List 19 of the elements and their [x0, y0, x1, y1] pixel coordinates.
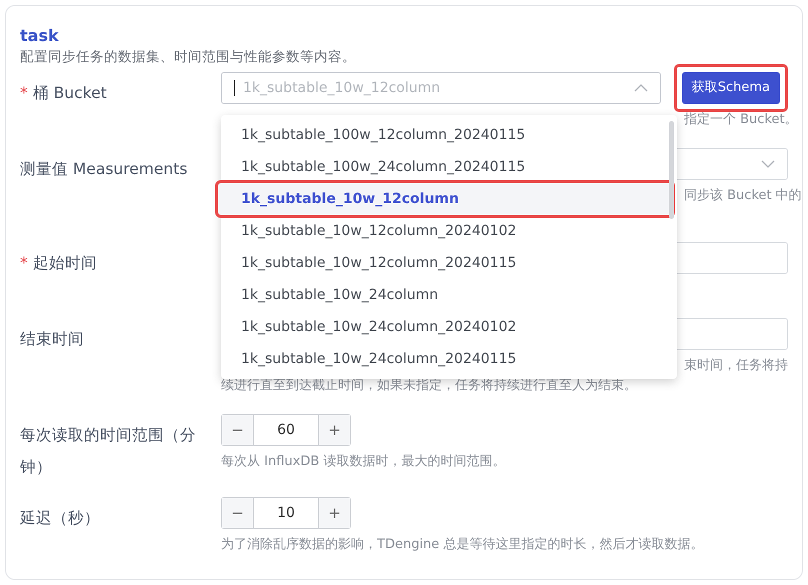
field-label: 测量值 Measurements: [20, 159, 188, 180]
number-value: 10: [276, 504, 296, 522]
field-label: 延迟（秒）: [20, 508, 100, 529]
section-title: task: [20, 25, 60, 47]
field-hint: 每次从 InfluxDB 读取数据时，最大的时间范围。: [221, 453, 506, 471]
field-hint: 为了消除乱序数据的影响，TDengine 总是等待这里指定的时长，然后才读取数据。: [221, 536, 704, 554]
number-value: 60: [276, 420, 296, 440]
field-hint: 续进行直至到达截止时间，如果未指定，任务将持续进行直至人为结束。: [221, 377, 637, 395]
required-mark: *: [20, 83, 28, 104]
field-label: 结束时间: [20, 329, 84, 350]
field-hint: 同步该 Bucket 中的: [684, 187, 802, 205]
select-placeholder: 1k_subtable_10w_12column: [243, 78, 442, 98]
section-description: 配置同步任务的数据集、时间范围与性能参数等内容。: [20, 48, 357, 67]
field-hint: 束时间，任务将持: [684, 357, 788, 375]
field-hint: 指定一个 Bucket。: [684, 111, 798, 129]
field-label: 每次读取的时间范围（分钟）: [20, 425, 197, 478]
field-label: 桶 Bucket: [32, 83, 107, 104]
required-mark: *: [20, 253, 28, 274]
field-label: 起始时间: [32, 253, 97, 274]
